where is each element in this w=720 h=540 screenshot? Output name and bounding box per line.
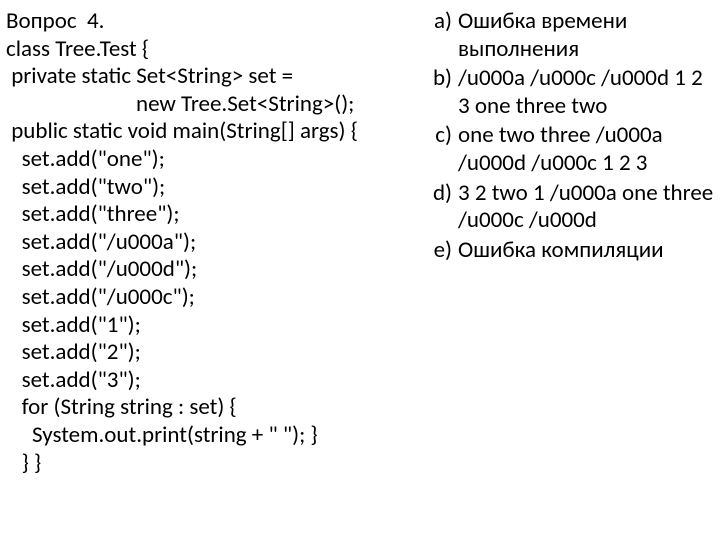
code-line: set.add("three"); [6,201,426,229]
question-title: Вопрос 4. [6,8,426,36]
code-line: set.add("/u000d"); [6,256,426,284]
answer-option: a) Ошибка времени выполнения [430,8,714,63]
answers-column: a) Ошибка времени выполнения b) /u000a /… [426,8,714,532]
code-line: class Tree.Test { [6,36,426,64]
answer-marker: e) [430,237,458,265]
code-line: public static void main(String[] args) { [6,118,426,146]
answer-text: one two three /u000a /u000d /u000c 1 2 3 [458,122,714,177]
answer-option: b) /u000a /u000c /u000d 1 2 3 one three … [430,65,714,120]
answers-list: a) Ошибка времени выполнения b) /u000a /… [430,8,714,264]
code-line: set.add("/u000a"); [6,229,426,257]
answer-marker: c) [430,122,458,150]
question-column: Вопрос 4. class Tree.Test { private stat… [6,8,426,532]
answer-marker: b) [430,65,458,93]
answer-marker: a) [430,8,458,36]
code-line: set.add("1"); [6,312,426,340]
answer-marker: d) [430,180,458,208]
code-line: } } [6,450,426,478]
answer-text: 3 2 two 1 /u000a one three /u000c /u000d [458,180,714,235]
code-line: for (String string : set) { [6,394,426,422]
code-line: private static Set<String> set = [6,63,426,91]
code-line: set.add("/u000c"); [6,284,426,312]
answer-text: /u000a /u000c /u000d 1 2 3 one three two [458,65,714,120]
code-line: set.add("one"); [6,146,426,174]
answer-option: c) one two three /u000a /u000d /u000c 1 … [430,122,714,177]
code-line: new Tree.Set<String>(); [6,91,426,119]
code-line: set.add("2"); [6,339,426,367]
code-line: System.out.print(string + " "); } [6,422,426,450]
code-line: set.add("3"); [6,367,426,395]
answer-option: d) 3 2 two 1 /u000a one three /u000c /u0… [430,180,714,235]
answer-text: Ошибка компиляции [458,237,714,265]
answer-text: Ошибка времени выполнения [458,8,714,63]
answer-option: e) Ошибка компиляции [430,237,714,265]
code-line: set.add("two"); [6,174,426,202]
